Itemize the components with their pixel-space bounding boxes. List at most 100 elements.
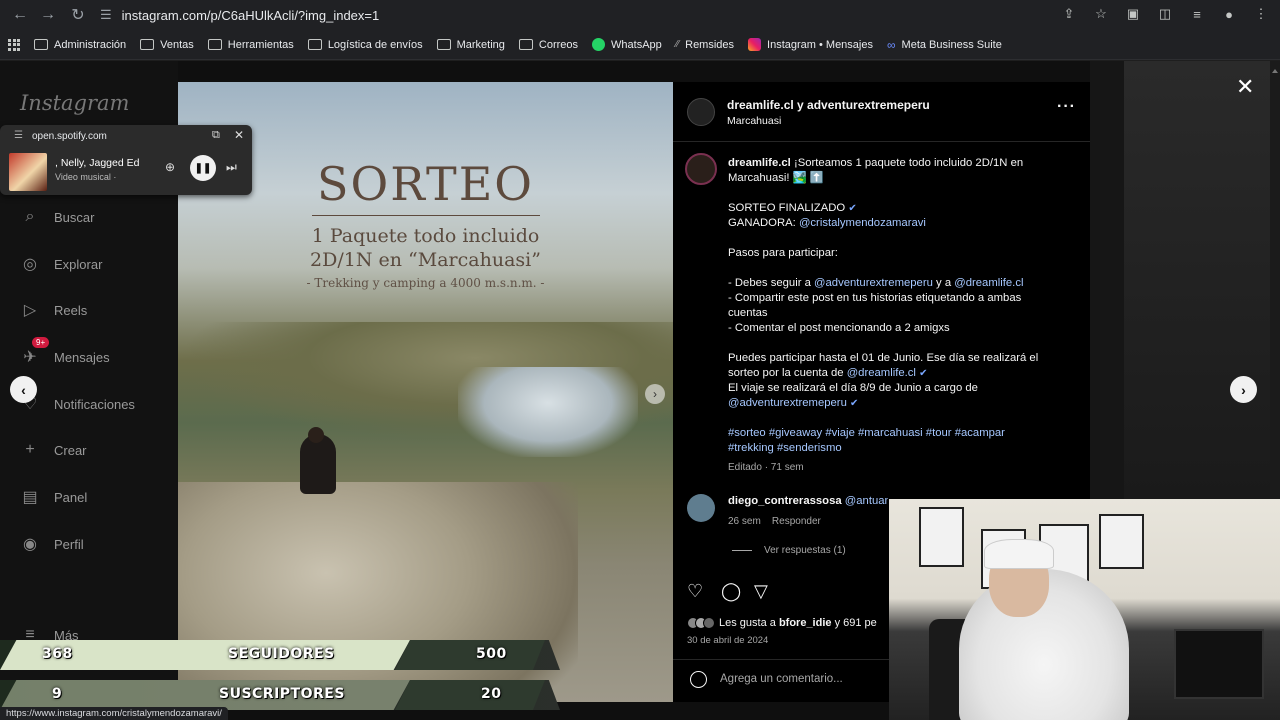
post-location[interactable]: Marcahuasi [727, 115, 781, 127]
profile-avatar-icon[interactable]: ● [1218, 3, 1240, 25]
step1-handle-1[interactable]: @adventurextremeperu [814, 277, 933, 289]
like-icon[interactable]: ♡ [687, 581, 703, 602]
check-icon: ✔ [850, 398, 859, 409]
spotify-mini-player: ☰ open.spotify.com ⧉ ✕ , Nelly, Jagged E… [0, 125, 252, 195]
back-to-tab-icon[interactable]: ⧉ [212, 129, 220, 142]
winner-link[interactable]: @cristalymendozamaravi [799, 217, 926, 229]
likes-summary[interactable]: Les gusta a bfore_idie y 691 pe [687, 617, 877, 629]
close-icon[interactable]: ✕ [1236, 74, 1254, 100]
bookmark-correos[interactable]: Correos [518, 39, 578, 51]
background-thumbnail [1124, 61, 1280, 501]
caption-username[interactable]: dreamlife.cl [728, 157, 791, 169]
author-avatar[interactable] [687, 98, 715, 126]
more-options-icon[interactable]: ··· [1057, 98, 1076, 116]
next-track-icon[interactable]: ⏭ [226, 160, 237, 175]
followers-goal: 500 [476, 646, 507, 662]
image-title: SORTEO [316, 157, 535, 211]
site-settings-icon[interactable]: ☰ [14, 130, 23, 141]
sidebar-item-reels[interactable]: ▷ Reels [20, 300, 87, 320]
wall-frame [919, 507, 964, 567]
comment: diego_contrerassosa @antuanetma @ponesig… [728, 495, 888, 507]
profile-icon: ◉ [23, 536, 37, 553]
bookmark-ventas[interactable]: Ventas [140, 39, 194, 51]
sidebar-item-mensajes[interactable]: ✈ 9+ Mensajes [20, 337, 110, 367]
meta-icon: ∞ [886, 37, 896, 52]
webcam-person-cap [984, 539, 1054, 569]
post-author[interactable]: dreamlife.cl y adventurextremeperu [727, 98, 930, 112]
media-icon[interactable]: ≡ [1186, 3, 1208, 25]
bookmark-logistica[interactable]: Logística de envíos [307, 39, 423, 51]
sidebar-item-crear[interactable]: + Crear [20, 440, 86, 460]
bookmark-administracion[interactable]: Administración [34, 39, 126, 51]
followers-label: SEGUIDORES [228, 646, 335, 662]
comment-avatar[interactable] [687, 494, 715, 522]
close-player-icon[interactable]: ✕ [234, 128, 244, 142]
deadline-handle[interactable]: @dreamlife.cl [847, 367, 916, 379]
comment-time: 26 sem [728, 516, 761, 527]
messages-badge: 9+ [32, 337, 50, 348]
image-line-2: 2D/1N en “Marcahuasi” [310, 249, 541, 271]
bookmark-herramientas[interactable]: Herramientas [207, 39, 294, 51]
sidebar-item-buscar[interactable]: ⌕ Buscar [20, 207, 95, 227]
likes-user[interactable]: bfore_idie [779, 617, 832, 629]
forward-icon[interactable]: → [34, 1, 62, 29]
caption-avatar[interactable] [685, 153, 717, 185]
subscribers-label: SUSCRIPTORES [219, 686, 345, 702]
bookmark-remsides[interactable]: ⁄⁄ Remsides [676, 39, 734, 51]
sidebar-item-explorar[interactable]: ◎ Explorar [20, 254, 102, 274]
back-icon[interactable]: ← [6, 1, 34, 29]
bookmark-whatsapp[interactable]: WhatsApp [592, 38, 662, 51]
step1-handle-2[interactable]: @dreamlife.cl [954, 277, 1023, 289]
comment-input[interactable]: Agrega un comentario... [720, 673, 843, 685]
puzzle-icon[interactable]: ◫ [1154, 3, 1176, 25]
step2-text: - Compartir este post en tus historias e… [728, 292, 1022, 319]
sidebar-item-perfil[interactable]: ◉ Perfil [20, 534, 84, 554]
image-person [300, 434, 336, 494]
comment-icon[interactable]: ◯ [721, 581, 741, 602]
bookmark-meta-business-suite[interactable]: ∞ Meta Business Suite [887, 38, 1002, 52]
search-icon: ⌕ [25, 208, 35, 225]
header-divider [673, 141, 1090, 142]
sidebar-item-notificaciones[interactable]: ♡ Notificaciones [20, 394, 135, 414]
add-icon[interactable]: ⊕ [165, 160, 175, 174]
folder-icon [207, 39, 222, 50]
pause-button[interactable]: ❚❚ [190, 155, 216, 181]
menu-dots-icon[interactable]: ⋮ [1250, 3, 1272, 25]
folder-icon [307, 39, 322, 50]
apps-grid-icon[interactable] [8, 38, 20, 51]
previous-post-button[interactable]: ‹ [10, 376, 37, 403]
emoji-icon[interactable] [690, 671, 707, 688]
bookmark-marketing[interactable]: Marketing [436, 39, 505, 51]
step1-and: y a [936, 277, 952, 289]
remsides-icon: ⁄⁄ [675, 39, 680, 50]
folder-icon [140, 39, 155, 50]
share-icon[interactable]: ▽ [754, 581, 768, 602]
step1-text: - Debes seguir a [728, 277, 811, 289]
view-replies-button[interactable]: Ver respuestas (1) [732, 545, 846, 556]
bookmark-instagram-mensajes[interactable]: Instagram • Mensajes [748, 38, 873, 51]
wall-frame [1099, 514, 1144, 569]
folder-icon [436, 39, 451, 50]
reload-icon[interactable]: ↻ [64, 1, 92, 29]
site-settings-icon[interactable]: ☰ [100, 7, 112, 23]
install-app-icon[interactable]: ⇪ [1058, 3, 1080, 25]
edited-time: Editado · 71 sem [728, 462, 804, 473]
bookmark-star-icon[interactable]: ☆ [1090, 3, 1112, 25]
instagram-logo[interactable]: Instagram [20, 91, 129, 115]
post-image[interactable]: SORTEO 1 Paquete todo incluido 2D/1N en … [178, 82, 673, 702]
extension-icon[interactable]: ▣ [1122, 3, 1144, 25]
messenger-icon: ✈ [23, 349, 37, 366]
reply-button[interactable]: Responder [772, 516, 821, 527]
compass-icon: ◎ [23, 256, 37, 273]
address-bar[interactable]: ☰ instagram.com/p/C6aHUlkAcli/?img_index… [100, 3, 1100, 27]
sidebar-item-panel[interactable]: ▤ Panel [20, 487, 87, 507]
step3-text: - Comentar el post mencionando a 2 amigx… [728, 322, 950, 334]
trip-handle[interactable]: @adventurextremeperu [728, 397, 847, 409]
hashtags[interactable]: #sorteo #giveaway #viaje #marcahuasi #to… [728, 426, 1048, 456]
address-text[interactable]: instagram.com/p/C6aHUlkAcli/?img_index=1 [122, 8, 380, 23]
comment-username[interactable]: diego_contrerassosa [728, 495, 842, 507]
comment-mentions[interactable]: @antuanetma @ponesiguehumberto [845, 495, 888, 507]
trip-text: El viaje se realizará el día 8/9 de Juni… [728, 382, 978, 394]
carousel-next-button[interactable]: › [645, 384, 665, 404]
next-post-button[interactable]: › [1230, 376, 1257, 403]
